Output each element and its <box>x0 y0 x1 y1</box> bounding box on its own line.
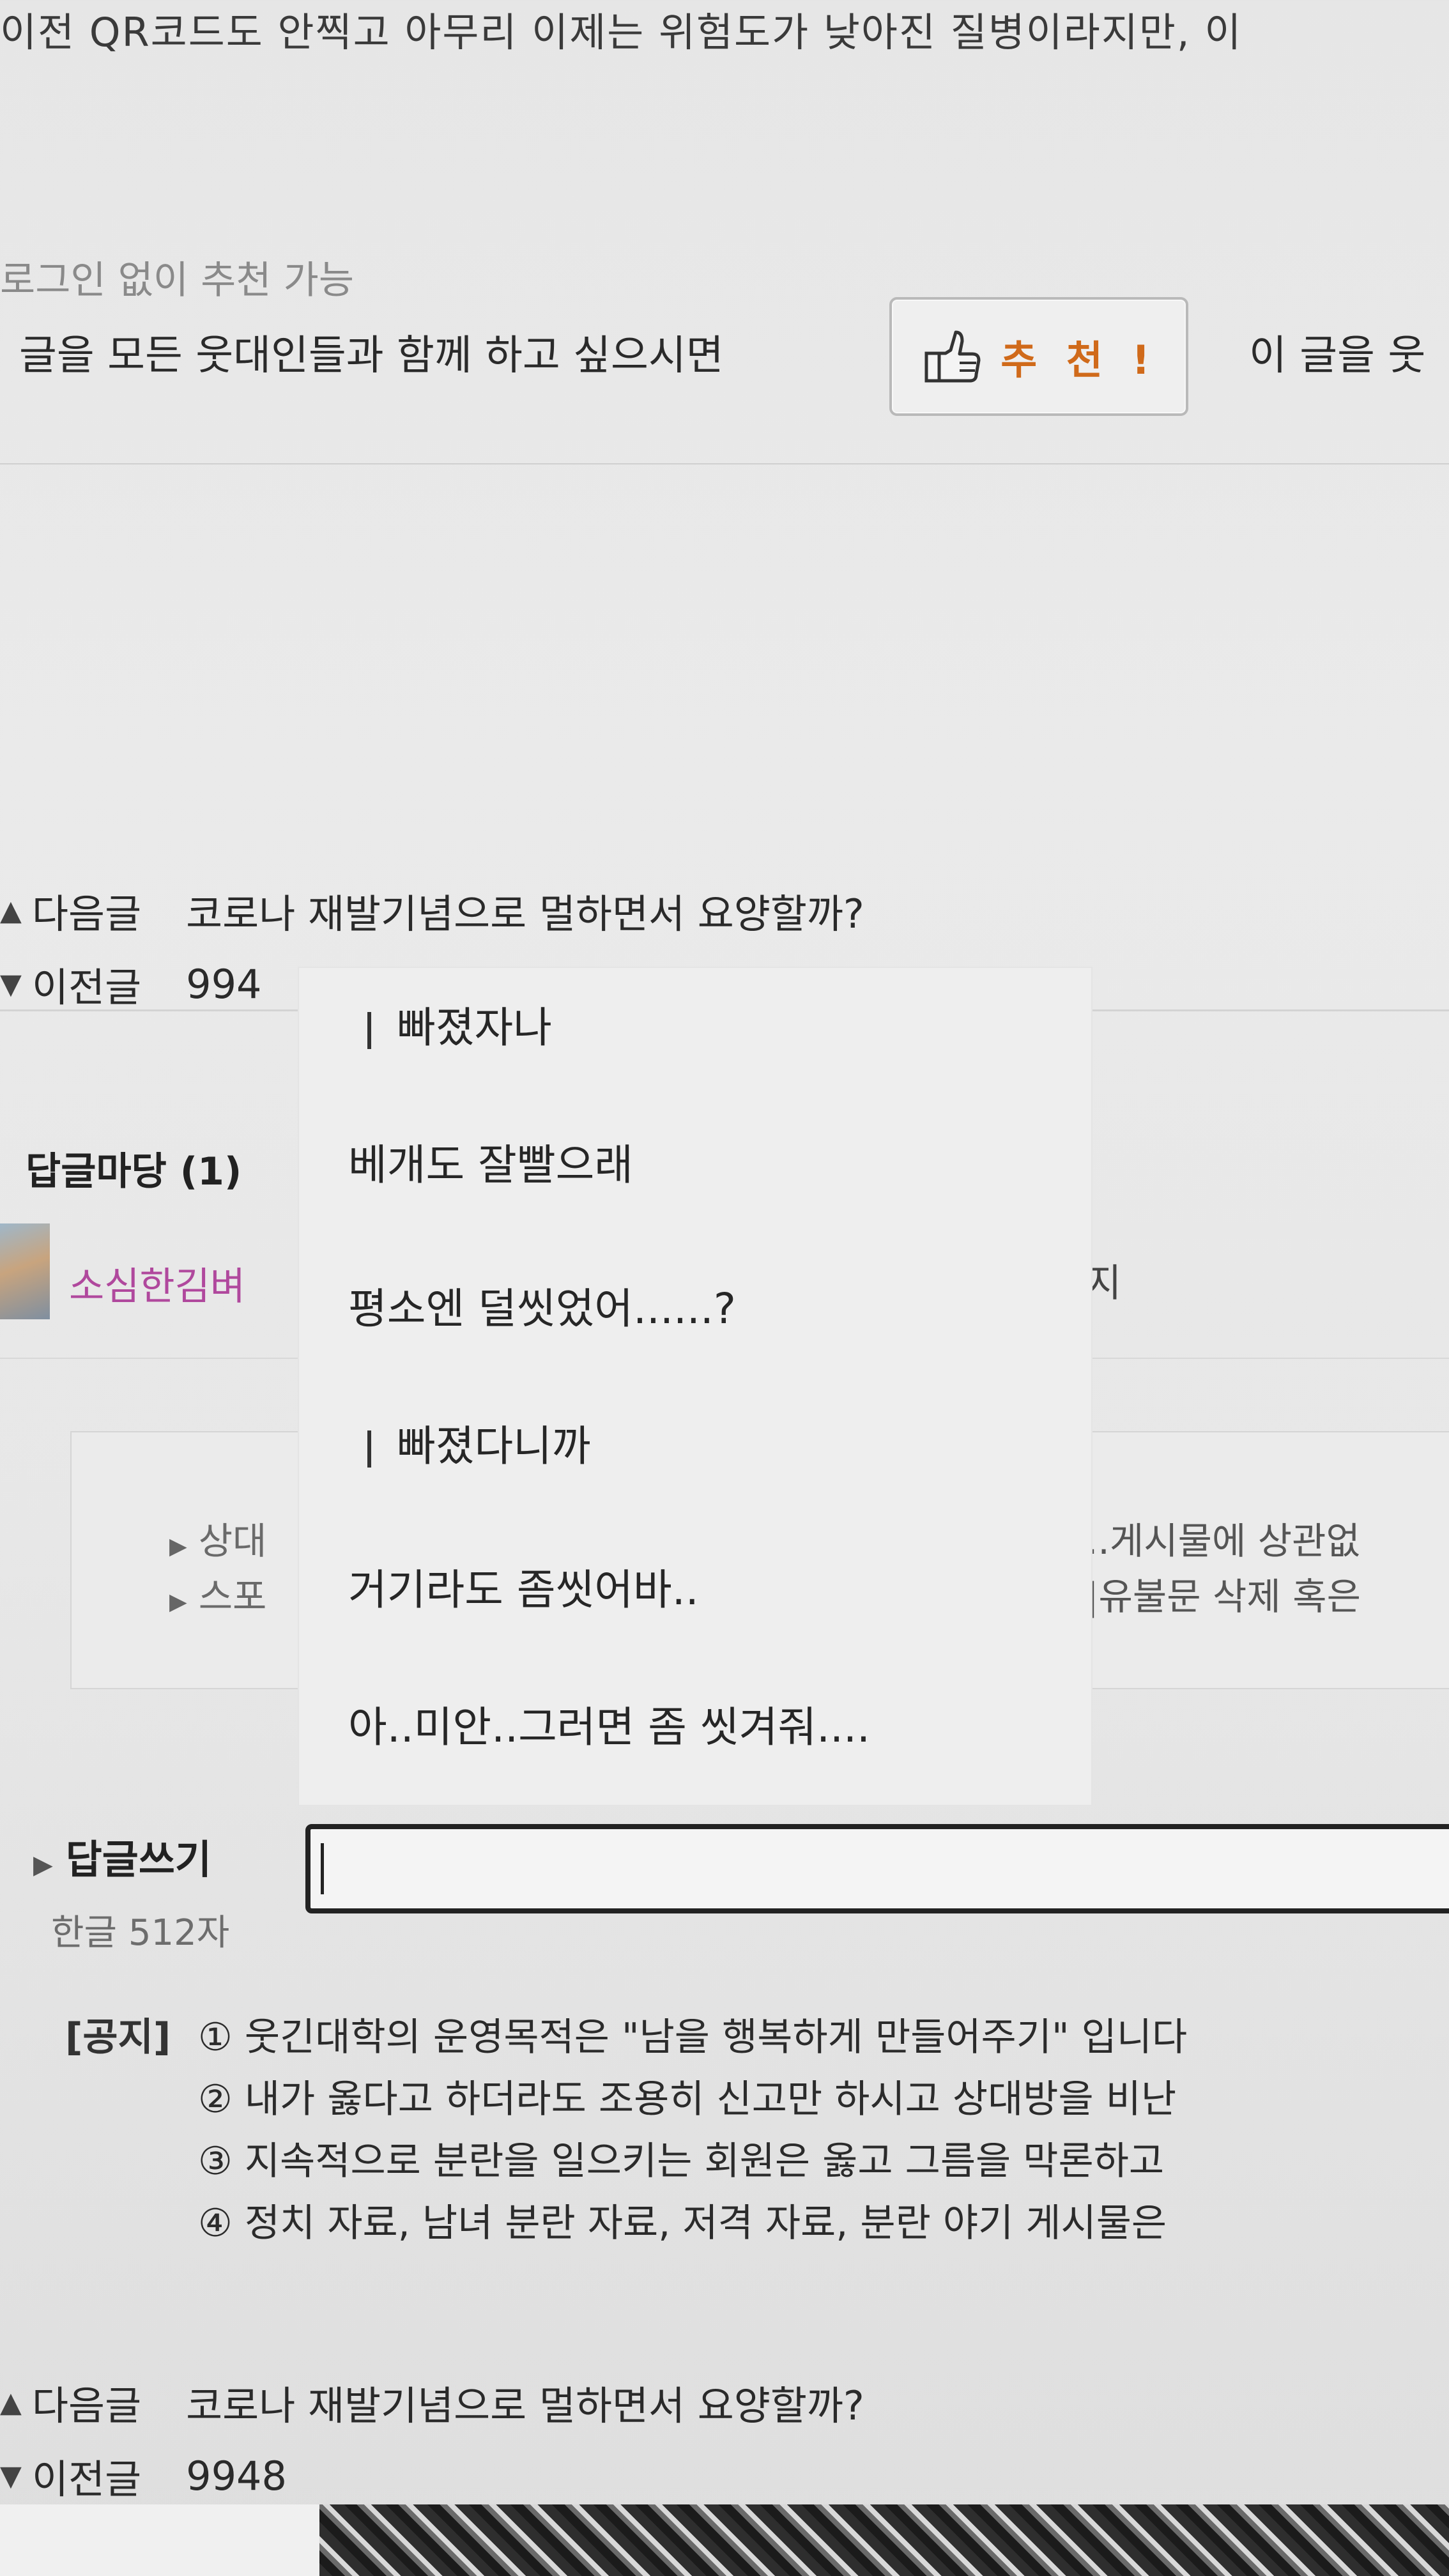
recommend-button-label: 추 천 ! <box>1000 337 1158 383</box>
dialogue-line: 빠졌자나 <box>367 993 552 1055</box>
dialogue-popup <box>299 968 1091 1805</box>
notice-item: ③ 지속적으로 분란을 일으키는 회원은 옳고 그름을 막론하고 <box>198 2139 1165 2184</box>
triangle-bullet-icon: ▶ <box>33 1850 53 1880</box>
prev-post-title[interactable]: 9948 <box>186 2453 287 2499</box>
recommend-prompt: 글을 모든 웃대인들과 함께 하고 싶으시면 <box>19 332 724 379</box>
dialogue-line: 평소엔 덜씻었어......? <box>348 1284 736 1333</box>
divider <box>0 463 1449 464</box>
prev-post-label: 이전글 <box>32 2456 142 2503</box>
prev-post-title[interactable]: 994 <box>186 961 261 1008</box>
dialogue-line: 아..미안..그러면 좀 씻겨줘.... <box>348 1703 870 1752</box>
comment-username[interactable]: 소심한김벼 <box>69 1255 245 1311</box>
thumbs-up-icon <box>924 330 981 383</box>
next-post-row[interactable]: ▲ 다음글 코로나 재발기념으로 멀하면서 요양할까? <box>0 2373 864 2431</box>
rule-item-right: ..게시물에 상관없 <box>1086 1519 1360 1563</box>
comments-title: 답글마당 (1) <box>26 1149 242 1194</box>
rule-item: ▶ 스포 <box>169 1575 267 1618</box>
next-post-row[interactable]: ▲ 다음글 코로나 재발기념으로 멀하면서 요양할까? <box>0 882 864 939</box>
reply-input[interactable] <box>305 1824 1449 1913</box>
rule-item-right: |유불문 삭제 혹은 <box>1086 1575 1361 1618</box>
up-arrow-icon: ▲ <box>0 894 22 927</box>
dialogue-line: 거기라도 좀씻어바.. <box>348 1565 699 1614</box>
notice-item: ① 웃긴대학의 운영목적은 "남을 행복하게 만들어주기" 입니다 <box>198 2015 1188 2060</box>
rule-item: ▶ 상대 <box>169 1519 267 1563</box>
prev-post-label: 이전글 <box>32 964 142 1011</box>
next-post-title[interactable]: 코로나 재발기념으로 멀하면서 요양할까? <box>186 2373 864 2431</box>
prev-post-row[interactable]: ▼ 이전글 994 <box>0 955 261 1013</box>
comment-text-fragment: 지 <box>1086 1261 1122 1306</box>
char-limit: 한글 512자 <box>51 1912 230 1954</box>
article-body-line: 이전 QR코드도 안찍고 아무리 이제는 위험도가 낮아진 질병이라지만, 이 <box>0 9 1243 56</box>
prev-post-row[interactable]: ▼ 이전글 9948 <box>0 2447 287 2504</box>
next-post-label: 다음글 <box>32 891 142 937</box>
dialogue-line: 빠졌다니까 <box>367 1412 591 1473</box>
avatar <box>0 1223 50 1319</box>
down-arrow-icon: ▼ <box>0 967 22 1000</box>
up-arrow-icon: ▲ <box>0 2386 22 2419</box>
next-post-label: 다음글 <box>32 2382 142 2429</box>
triangle-bullet-icon: ▶ <box>169 1589 187 1615</box>
triangle-bullet-icon: ▶ <box>169 1533 187 1560</box>
screen-bottom-edge <box>0 2504 319 2576</box>
write-reply-label: ▶ 답글쓰기 <box>33 1836 211 1883</box>
notice-item: ② 내가 옳다고 하더라도 조용히 신고만 하시고 상대방을 비난 <box>198 2077 1177 2122</box>
recommend-button[interactable]: 추 천 ! <box>889 297 1188 416</box>
down-arrow-icon: ▼ <box>0 2459 22 2492</box>
quote-bar <box>367 1430 371 1468</box>
notice-tag: [공지] <box>65 2015 171 2060</box>
next-post-title[interactable]: 코로나 재발기념으로 멀하면서 요양할까? <box>186 882 864 939</box>
notice-item: ④ 정치 자료, 남녀 분란 자료, 저격 자료, 분란 야기 게시물은 <box>198 2201 1167 2246</box>
recommend-right-text: 이 글을 웃 <box>1249 332 1426 379</box>
login-note: 로그인 없이 추천 가능 <box>0 258 355 303</box>
dialogue-line: 베개도 잘빨으래 <box>348 1140 634 1190</box>
quote-bar <box>367 1011 371 1049</box>
